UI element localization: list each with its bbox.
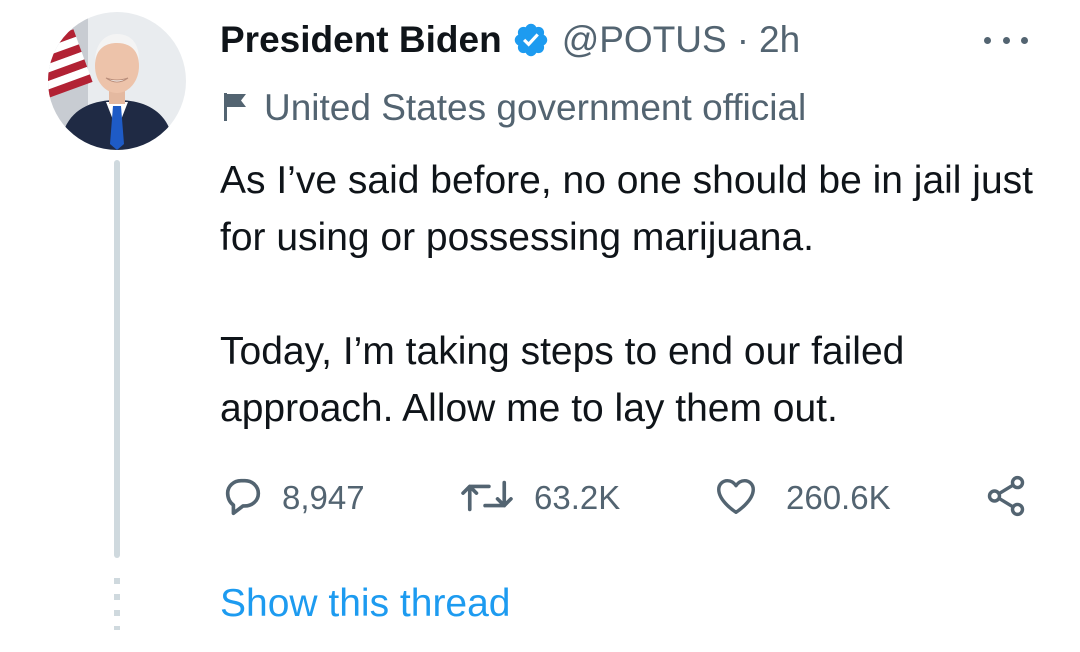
tweet-text: As I’ve said before, no one should be in… bbox=[220, 152, 1040, 437]
more-options-icon[interactable] bbox=[984, 26, 1028, 54]
show-thread-link[interactable]: Show this thread bbox=[220, 582, 511, 626]
share-button[interactable] bbox=[982, 472, 1030, 524]
separator: · bbox=[736, 19, 750, 60]
reply-button[interactable]: 8,947 bbox=[220, 472, 365, 524]
retweet-button[interactable]: 63.2K bbox=[456, 472, 620, 524]
like-button[interactable]: 260.6K bbox=[712, 472, 891, 524]
handle[interactable]: @POTUS bbox=[562, 19, 727, 61]
reply-icon bbox=[220, 473, 266, 524]
display-name[interactable]: President Biden bbox=[220, 19, 502, 61]
retweet-icon bbox=[456, 473, 518, 524]
account-label-text: United States government official bbox=[264, 87, 807, 128]
action-bar: 8,947 63.2K 260.6K bbox=[0, 472, 1080, 524]
flag-icon bbox=[222, 91, 250, 126]
profile-photo bbox=[48, 12, 186, 150]
tweet-paragraph: As I’ve said before, no one should be in… bbox=[220, 159, 1034, 259]
verified-badge-icon bbox=[512, 21, 550, 59]
retweet-count: 63.2K bbox=[534, 479, 621, 516]
reply-count: 8,947 bbox=[282, 479, 365, 516]
account-label: United States government official bbox=[222, 84, 806, 132]
share-icon bbox=[982, 473, 1030, 524]
thread-dots bbox=[114, 578, 120, 630]
tweet-paragraph: Today, I’m taking steps to end our faile… bbox=[220, 330, 905, 430]
avatar[interactable] bbox=[48, 12, 186, 150]
tweet-header: President Biden @POTUS · 2h bbox=[220, 14, 800, 66]
like-count: 260.6K bbox=[786, 479, 891, 516]
heart-icon bbox=[712, 473, 760, 524]
timestamp[interactable]: 2h bbox=[759, 19, 800, 61]
